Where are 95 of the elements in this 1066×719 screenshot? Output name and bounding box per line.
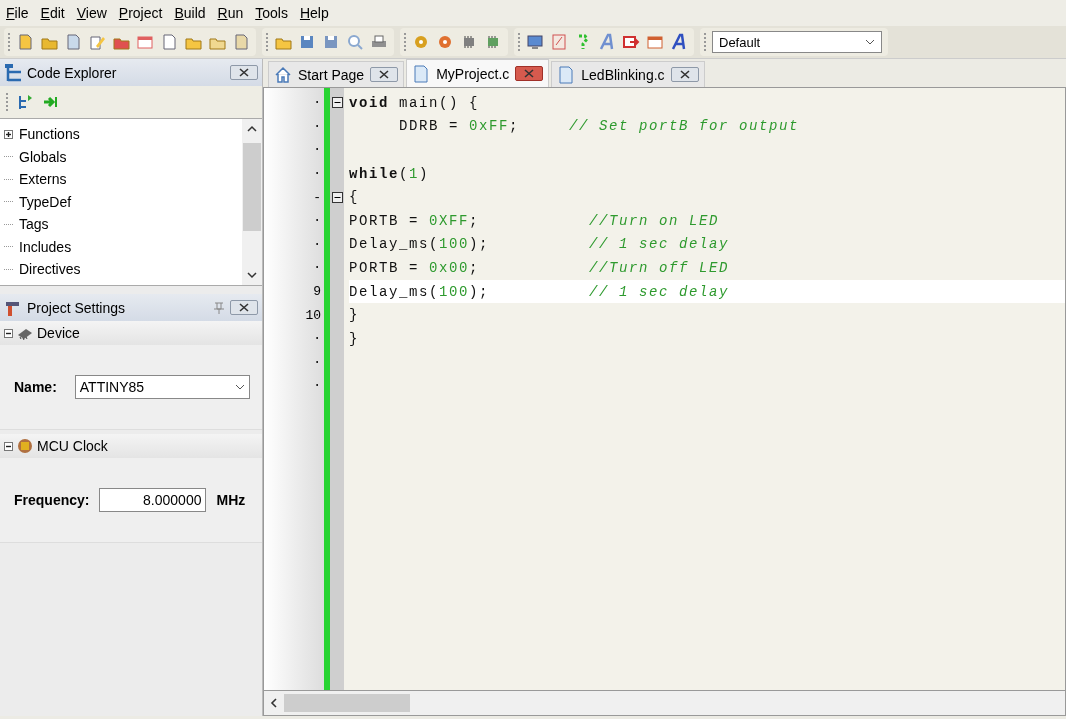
caret-icon[interactable] xyxy=(234,384,245,390)
fold-toggle-icon[interactable] xyxy=(331,97,343,109)
close-button[interactable] xyxy=(670,67,699,82)
close-button[interactable] xyxy=(230,65,258,80)
menu-item[interactable]: Build xyxy=(170,3,214,23)
scroll-up-icon[interactable] xyxy=(247,125,257,133)
menu-item[interactable]: Help xyxy=(295,3,337,23)
house-icon xyxy=(274,65,292,84)
line-number: - xyxy=(313,189,321,205)
tree-item[interactable]: Includes xyxy=(19,238,72,255)
monitor-icon[interactable] xyxy=(526,33,544,51)
window-icon[interactable] xyxy=(646,33,664,51)
section-header[interactable]: Device xyxy=(0,321,262,345)
configuration-dropdown[interactable]: Default xyxy=(712,31,882,53)
document-icon xyxy=(412,64,431,83)
code-line: PORTB = 0x00; //Turn off LED xyxy=(349,259,730,276)
scroll-left-icon[interactable] xyxy=(270,698,278,708)
editor-tab[interactable]: Start Page xyxy=(268,61,405,87)
code-line: Delay_ms(100); // 1 sec delay xyxy=(349,283,730,300)
menu-item[interactable]: File xyxy=(2,3,37,23)
code-line: } xyxy=(349,330,359,347)
menu-item[interactable]: Project xyxy=(114,3,171,23)
unit-label: MHz xyxy=(216,492,246,508)
panel-title: Project Settings xyxy=(27,299,127,316)
section-title: MCU Clock xyxy=(37,438,108,454)
line-number: 10 xyxy=(305,307,321,323)
menu-item[interactable]: View xyxy=(72,3,115,23)
panel-title: Code Explorer xyxy=(27,64,118,81)
window-icon[interactable] xyxy=(136,33,154,51)
gear-icon[interactable] xyxy=(412,33,430,51)
pencil-icon[interactable] xyxy=(88,33,106,51)
document-icon[interactable] xyxy=(160,33,178,51)
line-number: · xyxy=(313,236,321,252)
close-button[interactable] xyxy=(370,67,399,82)
line-number: · xyxy=(313,142,321,158)
code-line: void main() { xyxy=(349,94,480,111)
close-icon[interactable] xyxy=(239,303,249,312)
tree-item[interactable]: Externs xyxy=(19,171,67,188)
field-label: Frequency: xyxy=(14,492,90,508)
close-button[interactable] xyxy=(230,300,258,315)
menu-item[interactable]: Run xyxy=(213,3,252,23)
magnifier-icon[interactable] xyxy=(346,33,364,51)
document-icon[interactable] xyxy=(16,33,34,51)
code-line: Delay_ms(100); // 1 sec delay xyxy=(349,236,730,253)
collapse-toggle-icon[interactable] xyxy=(4,441,13,451)
horizontal-scrollbar[interactable] xyxy=(263,690,1066,716)
scroll-down-icon[interactable] xyxy=(247,271,257,279)
code-line: { xyxy=(349,189,359,206)
tree-icon xyxy=(4,63,22,82)
close-icon[interactable] xyxy=(239,68,249,77)
tree-item[interactable]: TypeDef xyxy=(19,193,72,210)
section-header[interactable]: MCU Clock xyxy=(0,434,262,458)
letter-icon[interactable] xyxy=(598,33,616,51)
expand-toggle-icon[interactable] xyxy=(4,129,13,139)
scrollbar[interactable] xyxy=(242,119,262,285)
line-number: · xyxy=(313,95,321,111)
section-title: Device xyxy=(37,325,80,341)
close-icon[interactable] xyxy=(379,70,390,79)
code-line: while(1) xyxy=(349,165,430,182)
arrow-icon[interactable] xyxy=(622,33,640,51)
frequency-field[interactable]: 8.000000 xyxy=(99,488,207,512)
field-label: Name: xyxy=(14,379,57,395)
device-dropdown[interactable]: ATTINY85 xyxy=(74,375,250,399)
line-number: · xyxy=(313,213,321,229)
code-line: DDRB = 0xFF; // Set portB for output xyxy=(398,118,800,135)
tree-item[interactable]: Globals xyxy=(19,148,67,165)
editor-tab[interactable]: MyProject.c xyxy=(406,59,550,87)
letter-icon[interactable] xyxy=(670,33,688,51)
gear-icon[interactable] xyxy=(436,33,454,51)
pin-icon[interactable] xyxy=(213,300,225,315)
tree-item[interactable]: Functions xyxy=(19,126,80,143)
menu-item[interactable]: Edit xyxy=(36,3,73,23)
line-number: · xyxy=(313,378,321,394)
editor-tab[interactable]: LedBlinking.c xyxy=(551,61,705,87)
line-number: · xyxy=(313,354,321,370)
tree-item[interactable]: Tags xyxy=(19,216,49,233)
line-number: 9 xyxy=(313,284,321,300)
tree-item[interactable]: Directives xyxy=(19,261,81,278)
line-number: · xyxy=(313,331,321,347)
code-line: PORTB = 0XFF; //Turn on LED xyxy=(349,212,720,229)
collapse-toggle-icon[interactable] xyxy=(4,328,13,338)
line-number: · xyxy=(313,166,321,182)
tree-icon[interactable] xyxy=(16,93,34,111)
close-icon[interactable] xyxy=(679,70,690,79)
close-button[interactable] xyxy=(515,66,544,81)
line-number: · xyxy=(313,260,321,276)
caret-icon[interactable] xyxy=(865,39,875,45)
document-icon xyxy=(557,65,576,84)
document-icon[interactable] xyxy=(232,33,250,51)
document-icon[interactable] xyxy=(64,33,82,51)
clock-chip-icon xyxy=(16,437,34,455)
code-line: } xyxy=(349,307,359,324)
line-number: · xyxy=(313,118,321,134)
fold-toggle-icon[interactable] xyxy=(331,191,343,203)
menu-item[interactable]: Tools xyxy=(251,3,296,23)
